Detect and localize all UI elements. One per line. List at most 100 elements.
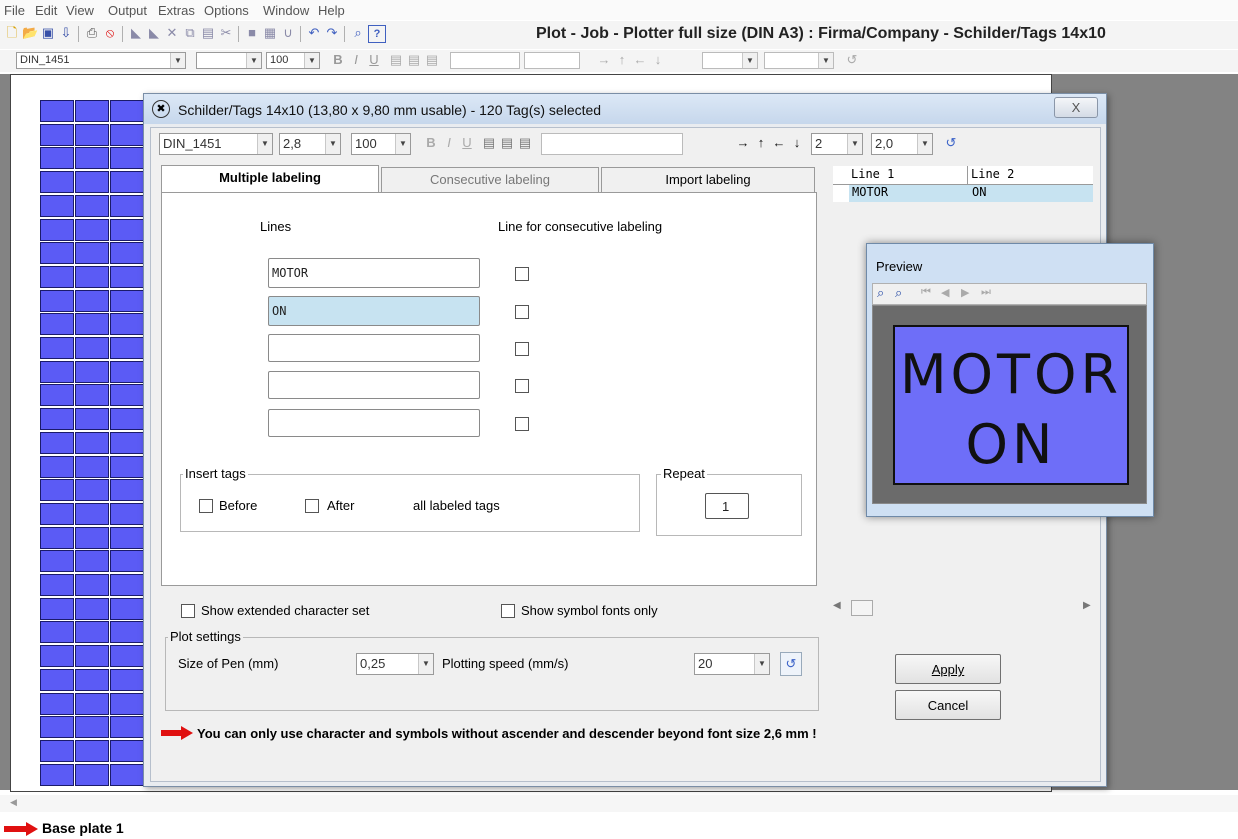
menu-file[interactable]: File xyxy=(4,3,25,18)
plate-tag-cell[interactable] xyxy=(110,265,144,288)
dialog-scale-select[interactable]: 100 ▼ xyxy=(351,133,411,155)
prev-page-icon[interactable]: ◀ xyxy=(941,286,949,299)
plate-tag-cell[interactable] xyxy=(75,242,109,265)
plate-tag-cell[interactable] xyxy=(110,621,144,644)
arrow-left-icon[interactable]: ← xyxy=(771,135,787,151)
edit-tag-icon[interactable]: ◣ xyxy=(128,25,144,41)
plate-tag-cell[interactable] xyxy=(110,147,144,170)
plate-tag-cell[interactable] xyxy=(75,408,109,431)
plate-tag-cell[interactable] xyxy=(40,289,74,312)
plate-tag-cell[interactable] xyxy=(75,763,109,786)
plate-tag-cell[interactable] xyxy=(40,265,74,288)
consecutive-line-1-checkbox[interactable] xyxy=(515,267,529,281)
plate-tag-cell[interactable] xyxy=(40,360,74,383)
plate-tag-cell[interactable] xyxy=(40,479,74,502)
consecutive-line-4-checkbox[interactable] xyxy=(515,379,529,393)
cancel-button[interactable]: Cancel xyxy=(895,690,1001,720)
plate-tag-cell[interactable] xyxy=(75,739,109,762)
line-1-input[interactable]: MOTOR xyxy=(268,258,480,288)
plate-tag-cell[interactable] xyxy=(40,502,74,525)
delete-icon[interactable]: ✕ xyxy=(164,25,180,41)
plate-tag-cell[interactable] xyxy=(110,550,144,573)
pen-size-select[interactable]: 0,25 ▼ xyxy=(356,653,434,675)
edit-tags-icon[interactable]: ◣ xyxy=(146,25,162,41)
plate-tag-cell[interactable] xyxy=(40,408,74,431)
plate-tag-cell[interactable] xyxy=(75,597,109,620)
arrow-down-icon[interactable]: ↓ xyxy=(650,52,666,68)
plate-tag-cell[interactable] xyxy=(110,384,144,407)
plate-tag-cell[interactable] xyxy=(75,479,109,502)
tab-import-labeling[interactable]: Import labeling xyxy=(601,167,815,193)
plate-tag-cell[interactable] xyxy=(75,621,109,644)
plate-tag-cell[interactable] xyxy=(40,763,74,786)
new-icon[interactable]: 🗋 xyxy=(4,25,20,41)
paste-icon[interactable]: ▤ xyxy=(200,25,216,41)
plate-tag-cell[interactable] xyxy=(110,716,144,739)
align-center-icon[interactable]: ▤ xyxy=(406,52,422,68)
main-hscrollbar[interactable]: ◀ xyxy=(0,795,1238,812)
save-icon[interactable]: ▣ xyxy=(40,25,56,41)
bold-icon[interactable]: B xyxy=(423,135,439,151)
plate-tag-cell[interactable] xyxy=(110,289,144,312)
close-button[interactable]: X xyxy=(1054,97,1098,118)
plate-tag-cell[interactable] xyxy=(75,123,109,146)
plate-tag-cell[interactable] xyxy=(110,502,144,525)
tab-base-plate-1[interactable]: Base plate 1 xyxy=(42,820,124,836)
italic-icon[interactable]: I xyxy=(348,52,364,68)
plate-tag-cell[interactable] xyxy=(40,550,74,573)
plate-tag-cell[interactable] xyxy=(110,242,144,265)
plate-tag-cell[interactable] xyxy=(75,289,109,312)
line-3-input[interactable] xyxy=(268,334,480,362)
plate-tag-cell[interactable] xyxy=(110,668,144,691)
plate-tag-cell[interactable] xyxy=(110,313,144,336)
plate-tag-cell[interactable] xyxy=(110,408,144,431)
menu-view[interactable]: View xyxy=(66,3,94,18)
menu-help[interactable]: Help xyxy=(318,3,345,18)
line-4-input[interactable] xyxy=(268,371,480,399)
print-icon[interactable]: ⎙ xyxy=(84,25,100,41)
before-checkbox[interactable] xyxy=(199,499,213,513)
table-hscrollbar[interactable]: ◀ ▶ xyxy=(833,600,1093,616)
first-page-icon[interactable]: ⏮ xyxy=(921,286,931,299)
plate-tag-cell[interactable] xyxy=(40,621,74,644)
plate-tag-cell[interactable] xyxy=(75,147,109,170)
arrow-right-icon[interactable]: → xyxy=(596,52,612,68)
spacing-select[interactable]: ▼ xyxy=(764,52,834,69)
align-right-icon[interactable]: ▤ xyxy=(424,52,440,68)
plate-tag-cell[interactable] xyxy=(110,645,144,668)
table-row[interactable]: MOTOR ON xyxy=(849,185,1093,202)
show-extended-checkbox[interactable] xyxy=(181,604,195,618)
plate-tag-cell[interactable] xyxy=(110,337,144,359)
bold-icon[interactable]: B xyxy=(330,52,346,68)
arrow-up-icon[interactable]: ↑ xyxy=(614,52,630,68)
align-center-icon[interactable]: ▤ xyxy=(499,135,515,151)
plate-tag-cell[interactable] xyxy=(40,716,74,739)
import-icon[interactable]: ⇩ xyxy=(58,25,74,41)
plate-tag-cell[interactable] xyxy=(110,692,144,715)
align-left-icon[interactable]: ▤ xyxy=(481,135,497,151)
scroll-right-icon[interactable]: ▶ xyxy=(1083,600,1091,611)
plate-tag-cell[interactable] xyxy=(110,431,144,454)
plate-tag-cell[interactable] xyxy=(40,123,74,146)
plate-tag-cell[interactable] xyxy=(40,337,74,359)
plotting-speed-select[interactable]: 20 ▼ xyxy=(694,653,770,675)
plate-tag-cell[interactable] xyxy=(75,313,109,336)
plate-tag-cell[interactable] xyxy=(110,123,144,146)
plate-tag-cell[interactable] xyxy=(110,194,144,217)
plate-tag-cell[interactable] xyxy=(75,645,109,668)
menu-edit[interactable]: Edit xyxy=(35,3,57,18)
plate-tag-cell[interactable] xyxy=(75,502,109,525)
plate-tag-cell[interactable] xyxy=(40,692,74,715)
dialog-font-select[interactable]: DIN_1451 ▼ xyxy=(159,133,273,155)
consecutive-line-3-checkbox[interactable] xyxy=(515,342,529,356)
align-right-icon[interactable]: ▤ xyxy=(517,135,533,151)
plate-tag-cell[interactable] xyxy=(75,550,109,573)
menu-extras[interactable]: Extras xyxy=(158,3,195,18)
plate-tag-cell[interactable] xyxy=(75,668,109,691)
reset-speed-icon[interactable]: ↺ xyxy=(780,652,802,676)
dialog-size-select[interactable]: 2,8 ▼ xyxy=(279,133,341,155)
plate-tag-cell[interactable] xyxy=(110,100,144,122)
plate-tag-cell[interactable] xyxy=(75,431,109,454)
plate-tag-cell[interactable] xyxy=(110,455,144,478)
tab-consecutive-labeling[interactable]: Consecutive labeling xyxy=(381,167,599,193)
